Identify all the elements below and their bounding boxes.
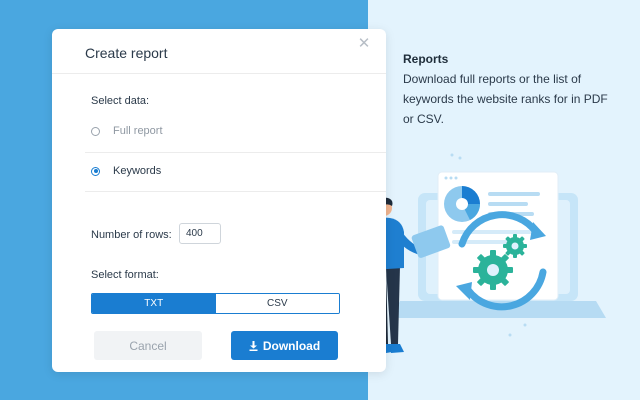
download-button[interactable]: Download (231, 331, 338, 360)
radio-option-label: Full report (113, 125, 163, 137)
select-format-label: Select format: (91, 269, 159, 281)
pie-chart-graphic (444, 186, 480, 222)
cancel-button[interactable]: Cancel (94, 331, 202, 360)
info-title: Reports (403, 52, 449, 66)
select-data-label: Select data: (91, 95, 150, 107)
create-report-dialog: Create report ✕ Select data: Full report… (52, 29, 386, 372)
info-description: Download full reports or the list of key… (403, 72, 608, 126)
radio-button[interactable] (91, 126, 100, 136)
header-divider (52, 73, 386, 74)
rows-label: Number of rows: (91, 229, 172, 241)
format-toggle: TXT CSV (91, 293, 340, 314)
format-csv-button[interactable]: CSV (215, 294, 339, 313)
radio-option-keywords[interactable]: Keywords (91, 161, 161, 181)
radio-option-label: Keywords (113, 165, 162, 177)
close-icon[interactable]: ✕ (357, 36, 371, 51)
download-icon (249, 340, 258, 351)
cancel-button-label: Cancel (129, 338, 167, 353)
radio-button-checked[interactable] (91, 166, 100, 176)
option-divider (85, 191, 386, 192)
download-button-label: Download (262, 338, 321, 353)
radio-option-full-report[interactable]: Full report (91, 121, 163, 141)
rows-input[interactable] (179, 223, 221, 244)
dialog-title: Create report (85, 45, 168, 61)
option-divider (85, 152, 386, 153)
gear-icon-small (503, 234, 527, 258)
gear-icon-large (473, 250, 513, 290)
format-txt-button[interactable]: TXT (92, 294, 216, 313)
